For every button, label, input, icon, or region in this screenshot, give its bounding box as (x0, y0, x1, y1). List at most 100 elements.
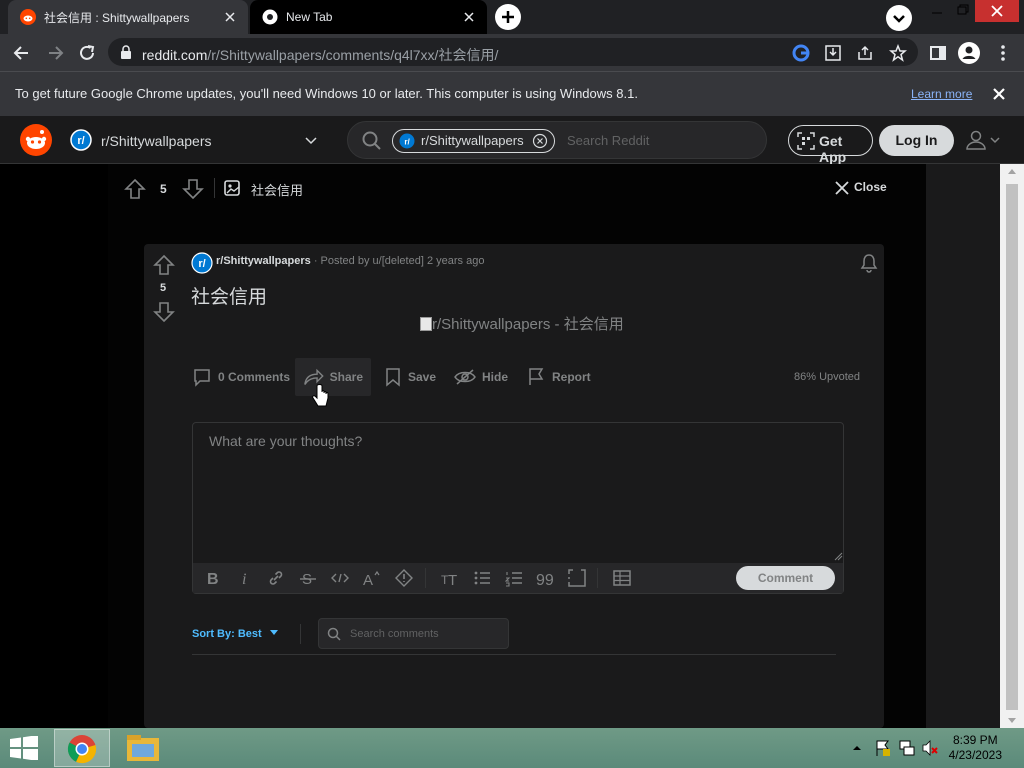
downvote-icon[interactable] (153, 301, 175, 323)
comments-divider (192, 654, 836, 655)
scroll-up-arrow[interactable] (1006, 164, 1018, 180)
window-close-button[interactable] (975, 0, 1019, 22)
more-menu-icon[interactable] (994, 44, 1012, 62)
link-icon[interactable] (267, 569, 285, 587)
update-infobar: To get future Google Chrome updates, you… (0, 71, 1024, 116)
tab-newtab[interactable]: New Tab (250, 0, 487, 34)
tab-title: 社会信用 : Shittywallpapers (44, 10, 190, 25)
chevron-down-icon (990, 137, 1000, 144)
scroll-down-arrow[interactable] (1006, 712, 1018, 728)
post-vote-count: 5 (160, 282, 167, 294)
network-icon[interactable] (898, 739, 916, 757)
address-bar[interactable]: reddit.com/r/Shittywallpapers/comments/q… (108, 38, 918, 66)
tab-close-icon[interactable] (461, 9, 477, 25)
broken-image-icon (420, 317, 432, 331)
heading-icon[interactable]: TT (441, 569, 459, 587)
volume-muted-icon[interactable] (921, 739, 939, 757)
bookmark-star-icon[interactable] (889, 44, 907, 62)
italic-icon[interactable]: i (236, 569, 254, 587)
quote-block-icon[interactable]: 99 (536, 569, 554, 587)
log-in-button[interactable]: Log In (879, 125, 954, 156)
qr-code-icon (797, 132, 815, 150)
post-image[interactable]: r/Shittywallpapers - 社会信用 (420, 313, 624, 334)
remove-chip-icon[interactable] (532, 133, 548, 149)
reddit-logo-icon[interactable] (20, 124, 52, 156)
flag-icon (529, 368, 544, 385)
close-overlay-button[interactable]: Close (834, 178, 894, 198)
resize-handle-icon[interactable] (833, 551, 843, 561)
superscript-icon[interactable]: A (362, 569, 380, 587)
action-center-flag-icon[interactable] (874, 739, 892, 757)
user-menu[interactable] (965, 128, 1005, 152)
search-placeholder: Search Reddit (567, 133, 650, 148)
file-explorer-icon[interactable] (126, 734, 160, 762)
reddit-search-bar[interactable]: r/ r/Shittywallpapers Search Reddit (347, 121, 767, 159)
tab-reddit[interactable]: 社会信用 : Shittywallpapers (8, 0, 248, 34)
upvote-icon[interactable] (124, 178, 146, 200)
subreddit-icon: r/ (399, 133, 415, 149)
scroll-up-icon (1008, 169, 1016, 174)
code-block-icon[interactable] (568, 569, 586, 587)
profile-icon[interactable] (958, 42, 980, 64)
report-button[interactable]: Report (518, 358, 599, 396)
bulleted-list-icon[interactable] (473, 569, 491, 587)
scrollbar-thumb[interactable] (1006, 184, 1018, 710)
tray-expand-icon[interactable] (852, 743, 862, 753)
url-domain: reddit.com (142, 47, 208, 63)
new-tab-button[interactable] (495, 4, 521, 30)
table-icon[interactable] (613, 569, 631, 587)
windows-start-icon[interactable] (10, 736, 38, 760)
lock-icon[interactable] (120, 45, 132, 59)
install-icon[interactable] (824, 44, 842, 62)
infobar-message: To get future Google Chrome updates, you… (15, 86, 638, 101)
upvote-icon[interactable] (153, 254, 175, 276)
comment-editor[interactable]: What are your thoughts? B i S A TT 99 Co… (192, 422, 844, 594)
restore-icon[interactable] (948, 0, 978, 22)
side-panel-icon[interactable] (929, 44, 947, 62)
image-alt-text: r/Shittywallpapers - 社会信用 (432, 316, 624, 333)
numbered-list-icon[interactable] (505, 569, 523, 587)
overlay-top-bar: 5 社会信用 Close (108, 164, 926, 212)
close-label: Close (854, 180, 887, 194)
share-button[interactable]: Share (295, 358, 371, 396)
subreddit-icon[interactable]: r/ (191, 252, 213, 274)
divider (300, 624, 301, 644)
save-button[interactable]: Save (376, 358, 444, 396)
url-text: reddit.com/r/Shittywallpapers/comments/q… (142, 45, 498, 65)
close-icon[interactable] (991, 86, 1007, 102)
community-name: r/Shittywallpapers (101, 133, 212, 149)
page-scrollbar[interactable] (1000, 164, 1024, 728)
back-arrow-icon[interactable] (12, 43, 32, 63)
taskbar-chrome-button[interactable] (54, 729, 110, 767)
reddit-header: r/ r/Shittywallpapers r/ r/Shittywallpap… (0, 116, 1024, 165)
search-icon (327, 627, 341, 641)
tab-close-icon[interactable] (222, 9, 238, 25)
downvote-icon[interactable] (182, 178, 204, 200)
scroll-down-icon (1008, 718, 1016, 723)
sort-dropdown[interactable]: Sort By: Best (192, 628, 279, 640)
url-path: /r/Shittywallpapers/comments/q4l7xx/社会信用… (207, 47, 499, 63)
search-subreddit-chip[interactable]: r/ r/Shittywallpapers (392, 129, 555, 153)
google-lens-icon[interactable] (792, 44, 810, 62)
hide-button[interactable]: Hide (446, 358, 516, 396)
strikethrough-icon[interactable]: S (299, 569, 317, 587)
learn-more-link[interactable]: Learn more (911, 87, 972, 101)
svg-text:r/: r/ (77, 135, 84, 147)
comment-placeholder: What are your thoughts? (209, 433, 363, 449)
tab-search-button[interactable] (886, 5, 912, 31)
share-icon[interactable] (856, 44, 874, 62)
inline-code-icon[interactable] (331, 569, 349, 587)
forward-arrow-icon[interactable] (45, 43, 65, 63)
notification-bell-icon[interactable] (859, 253, 879, 273)
post-subreddit-link[interactable]: r/Shittywallpapers (216, 255, 311, 267)
comments-button[interactable]: 0 Comments (184, 358, 298, 396)
bold-icon[interactable]: B (204, 569, 222, 587)
community-dropdown[interactable]: r/ r/Shittywallpapers (70, 128, 330, 154)
overlay-title: 社会信用 (251, 183, 304, 198)
spoiler-icon[interactable] (395, 569, 413, 587)
reload-icon[interactable] (77, 43, 97, 63)
comment-submit-button[interactable]: Comment (736, 566, 835, 590)
system-clock[interactable]: 8:39 PM 4/23/2023 (949, 733, 1002, 763)
get-app-button[interactable]: Get App (788, 125, 873, 165)
comment-search-input[interactable]: Search comments (318, 618, 509, 649)
